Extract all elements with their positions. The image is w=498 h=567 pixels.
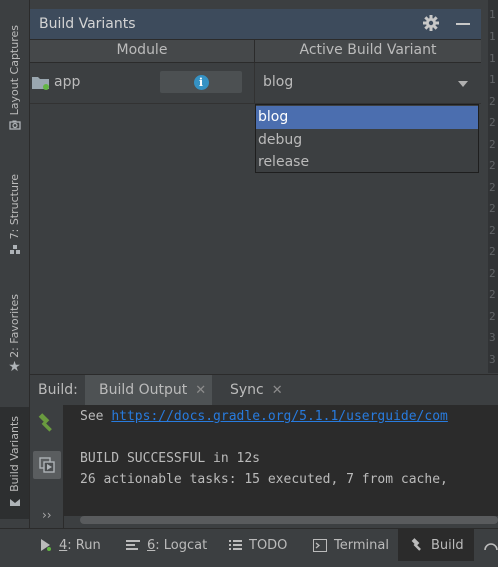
horizontal-scrollbar[interactable]	[80, 516, 498, 524]
rerun-icon[interactable]	[33, 451, 61, 479]
hammer-icon	[410, 538, 424, 552]
tab-sync[interactable]: Sync ✕	[216, 375, 296, 405]
console-line: See https://docs.gradle.org/5.1.1/usergu…	[80, 409, 448, 424]
table-row: app i blog	[30, 63, 481, 104]
hammer-icon[interactable]	[36, 413, 56, 437]
line-number: 1	[489, 8, 496, 21]
build-console: See https://docs.gradle.org/5.1.1/usergu…	[64, 405, 498, 516]
dropdown-option-blog[interactable]: blog	[256, 106, 478, 129]
minimize-icon[interactable]	[456, 23, 470, 25]
chevron-down-icon[interactable]	[458, 81, 468, 87]
logcat-tab[interactable]: 6: Logcat	[126, 529, 207, 561]
column-header-active-variant: Active Build Variant	[299, 42, 437, 58]
close-icon[interactable]: ✕	[272, 383, 283, 398]
tab-build-output[interactable]: Build Output ✕	[85, 375, 212, 405]
line-number: 1	[489, 52, 496, 65]
editor-gutter: 1 1 1 1 2 2 2 2 2 2 2 2 2 2 2 3 3	[488, 0, 498, 373]
line-number: 2	[489, 116, 496, 129]
line-number: 2	[489, 138, 496, 151]
column-header-module: Module	[116, 42, 168, 58]
line-number: 2	[489, 181, 496, 194]
gear-icon[interactable]	[422, 14, 440, 36]
terminal-icon	[313, 538, 327, 552]
bottom-tool-bar: 4: Run 6: Logcat TODO Terminal Build	[0, 528, 498, 567]
tab-favorites-label: 2: Favorites	[8, 293, 21, 358]
tab-layout-captures-label: Layout Captures	[8, 24, 21, 116]
panel-title: Build Variants	[39, 16, 136, 32]
build-tab[interactable]: Build	[398, 529, 474, 561]
module-folder-icon	[32, 76, 50, 94]
column-divider	[254, 63, 255, 103]
line-number: 2	[489, 310, 496, 323]
tab-build-variants[interactable]: Build Variants	[0, 407, 29, 519]
dropdown-option-debug[interactable]: debug	[256, 129, 478, 152]
build-sidebar: ››	[30, 405, 64, 528]
run-tab[interactable]: 4: Run	[40, 529, 101, 561]
tab-layout-captures[interactable]: Layout Captures	[0, 18, 29, 140]
tab-structure[interactable]: 7: Structure	[0, 170, 29, 262]
left-tool-strip: Layout Captures 7: Structure 2: Favorite…	[0, 0, 30, 528]
line-number: 2	[489, 267, 496, 280]
run-tab-key: 4	[59, 537, 68, 553]
tab-structure-label: 7: Structure	[8, 174, 21, 240]
line-number: 1	[489, 30, 496, 43]
build-window-label: Build:	[38, 382, 78, 398]
tab-build-output-label: Build Output	[99, 382, 188, 398]
build-tab-label: Build	[431, 537, 464, 553]
info-icon: i	[193, 74, 209, 90]
tab-sync-label: Sync	[230, 382, 264, 398]
todo-tab-label: TODO	[249, 537, 288, 553]
table-header: Module Active Build Variant	[30, 40, 481, 63]
line-number: 2	[489, 224, 496, 237]
more-icon[interactable]: ››	[42, 508, 52, 522]
logcat-icon	[126, 539, 140, 551]
structure-icon	[9, 244, 21, 258]
play-icon	[40, 539, 52, 551]
star-icon: ★	[8, 359, 21, 376]
line-number: 2	[489, 202, 496, 215]
run-tab-label: : Run	[67, 537, 101, 553]
line-number: 2	[489, 288, 496, 301]
camera-icon	[8, 119, 21, 133]
tab-build-variants-label: Build Variants	[8, 416, 21, 492]
build-tab-bar: Build: Build Output ✕ Sync ✕	[30, 374, 498, 406]
build-variants-icon	[9, 496, 21, 510]
profiler-icon	[484, 538, 498, 552]
line-number: 2	[489, 159, 496, 172]
dropdown-option-release[interactable]: release	[256, 151, 478, 174]
console-line: BUILD SUCCESSFUL in 12s	[80, 451, 261, 466]
logcat-tab-label: : Logcat	[155, 537, 208, 553]
console-text: See	[80, 409, 112, 424]
line-number: 3	[489, 331, 496, 344]
logcat-tab-key: 6	[147, 537, 156, 553]
profiler-tab[interactable]	[484, 529, 498, 561]
variant-dropdown-list: blog debug release	[255, 104, 479, 173]
info-button[interactable]: i	[160, 71, 242, 93]
docs-link[interactable]: https://docs.gradle.org/5.1.1/userguide/…	[111, 409, 448, 424]
todo-tab[interactable]: TODO	[229, 529, 287, 561]
line-number: 2	[489, 95, 496, 108]
terminal-tab-label: Terminal	[334, 537, 389, 553]
tab-favorites[interactable]: 2: Favorites ★	[0, 285, 29, 382]
line-number: 1	[489, 73, 496, 86]
build-variants-header: Build Variants	[30, 9, 481, 40]
variant-select[interactable]: blog	[263, 74, 293, 90]
line-number: 2	[489, 245, 496, 258]
console-line: 26 actionable tasks: 15 executed, 7 from…	[80, 472, 448, 487]
module-name: app	[54, 74, 81, 90]
terminal-tab[interactable]: Terminal	[313, 529, 389, 561]
todo-icon	[229, 539, 242, 551]
close-icon[interactable]: ✕	[195, 383, 206, 398]
line-number: 3	[489, 353, 496, 366]
